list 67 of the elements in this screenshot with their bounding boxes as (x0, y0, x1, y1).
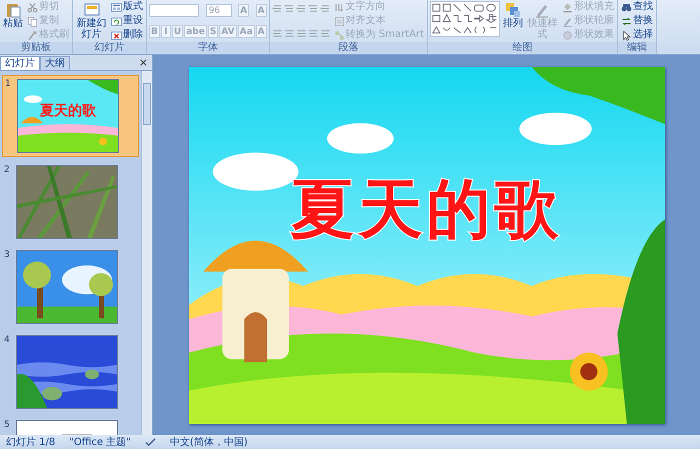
pen-icon (562, 16, 573, 26)
circle-icon (562, 30, 573, 40)
ribbon-button[interactable]: 版式 (110, 1, 144, 13)
scissors-icon (27, 2, 38, 12)
align-icon[interactable] (320, 28, 331, 39)
close-button[interactable]: × (134, 56, 152, 70)
arrange-icon (504, 2, 521, 18)
slide-thumbnail-row[interactable]: 1 夏天的歌 (2, 75, 139, 157)
theme-name: "Office 主题" (69, 436, 131, 449)
language-indicator: 中文(简体，中国) (170, 436, 248, 449)
layout-icon (111, 2, 122, 12)
list-format-icon[interactable] (284, 3, 295, 14)
slide-number: 4 (4, 335, 11, 347)
slide-number: 1 (5, 79, 12, 91)
pen-icon (534, 2, 550, 18)
align-icon[interactable] (308, 28, 319, 39)
align-icon[interactable] (272, 28, 283, 39)
slide-icon (84, 2, 100, 18)
pane-tab[interactable]: 幻灯片 (0, 56, 40, 70)
group-label: 幻灯片 (73, 42, 146, 54)
slide-thumbnail[interactable]: 夏天的歌 (17, 79, 119, 153)
ribbon-button[interactable]: 粘贴 (2, 1, 24, 30)
slide-number: 2 (4, 165, 11, 177)
font-name-field[interactable] (149, 4, 199, 17)
reset-icon (111, 16, 122, 26)
slide-title: 夏天的歌 (290, 174, 564, 245)
group-label: 段落 (270, 42, 427, 54)
cursor-icon (620, 30, 632, 40)
shapes-gallery[interactable] (430, 1, 500, 37)
text-direction-icon (334, 2, 345, 12)
slide-thumbnail-row[interactable]: 5 (2, 417, 139, 435)
thumbnail-title: 夏天的歌 (39, 102, 97, 120)
pane-tab[interactable]: 大纲 (40, 56, 70, 70)
align-icon[interactable] (284, 28, 295, 39)
search-icon (620, 2, 632, 12)
group-label: 编辑 (618, 42, 656, 54)
ribbon-button[interactable]: 重设 (110, 15, 144, 27)
list-format-icon[interactable] (320, 3, 331, 14)
brush-icon (27, 30, 38, 40)
list-format-icon[interactable] (308, 3, 319, 14)
ribbon-button[interactable]: 选择 (620, 29, 654, 41)
slide-number: 5 (4, 420, 11, 432)
slide-number: 3 (4, 250, 11, 262)
ribbon-button[interactable]: 排列 (502, 1, 524, 30)
slide-thumbnail-row[interactable]: 4 (2, 332, 139, 412)
ribbon-button[interactable]: 新建幻灯片 (75, 1, 108, 41)
align-text-icon (334, 16, 345, 26)
ribbon-button[interactable]: 替换 (620, 15, 654, 27)
delete-icon (111, 30, 122, 40)
ribbon-button[interactable]: 查找 (620, 1, 654, 13)
align-icon[interactable] (296, 28, 307, 39)
spellcheck-icon[interactable] (144, 438, 156, 446)
list-format-icon[interactable] (296, 3, 307, 14)
group-label: 绘图 (428, 42, 617, 54)
slide-thumbnail-row[interactable]: 3 (2, 247, 139, 327)
slide-counter: 幻灯片 1/8 (6, 436, 56, 449)
replace-icon (620, 16, 632, 26)
smartart-icon (334, 30, 345, 40)
scrollbar[interactable] (141, 71, 152, 435)
list-format-icon[interactable] (272, 3, 283, 14)
group-label: 剪贴板 (0, 42, 72, 54)
copy-icon (27, 16, 38, 26)
ribbon-button[interactable]: 删除 (110, 29, 144, 41)
slide-thumbnail-row[interactable]: 2 (2, 162, 139, 242)
shapes-drawing (432, 3, 498, 35)
clipboard-icon (5, 2, 21, 18)
group-label: 字体 (147, 42, 269, 54)
